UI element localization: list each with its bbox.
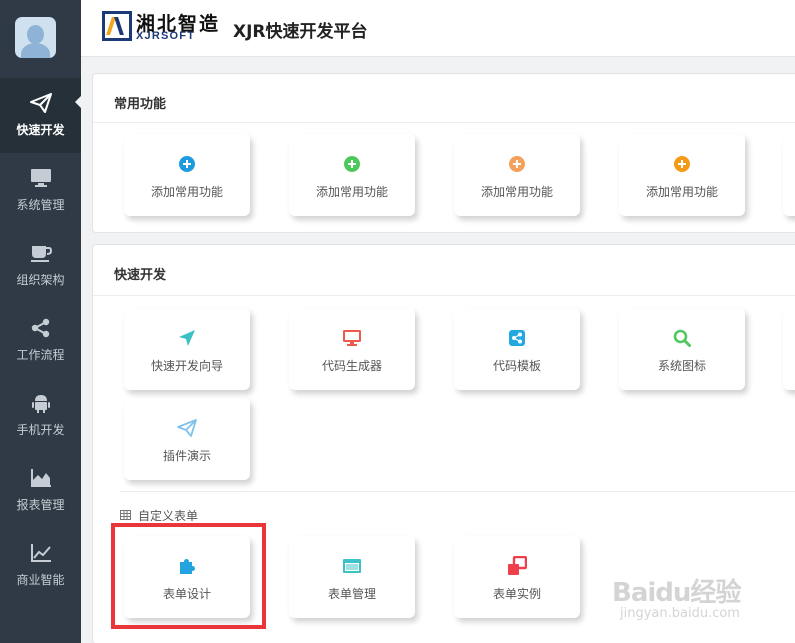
form-instance-button[interactable]: 表单实例 bbox=[454, 536, 580, 618]
android-icon bbox=[30, 393, 52, 413]
line-chart-icon bbox=[30, 543, 52, 563]
sidebar-item-label: 工作流程 bbox=[16, 348, 65, 362]
sidebar: 快速开发 系统管理 组织架构 工作流程 手机开发 报表管理 商业智能 bbox=[0, 0, 81, 643]
add-common-function-button[interactable]: 添加常用功能 bbox=[454, 134, 580, 216]
table-icon bbox=[120, 509, 131, 523]
card-label: 系统图标 bbox=[657, 359, 706, 373]
watermark: Baidu经验 jingyan.baidu.com bbox=[612, 572, 762, 632]
avatar-body bbox=[21, 43, 50, 58]
plus-circle-icon bbox=[507, 154, 527, 174]
sidebar-item-label: 报表管理 bbox=[16, 498, 65, 512]
panel-title: 常用功能 bbox=[114, 97, 167, 112]
avatar[interactable] bbox=[15, 17, 56, 58]
plus-circle-icon bbox=[672, 154, 692, 174]
plugin-demo-button[interactable]: 插件演示 bbox=[124, 398, 250, 480]
search-icon bbox=[672, 328, 692, 348]
logo-icon bbox=[102, 11, 132, 41]
watermark-url: jingyan.baidu.com bbox=[620, 606, 740, 621]
custom-form-section-title: 自定义表单 bbox=[120, 507, 198, 524]
common-functions-panel: 常用功能 添加常用功能 添加常用功能 添加常用功能 添加常用功能 bbox=[92, 73, 795, 233]
panel-title: 快速开发 bbox=[114, 268, 167, 283]
quick-dev-wizard-button[interactable]: 快速开发向导 bbox=[124, 308, 250, 390]
add-common-function-button[interactable]: 添加常用功能 bbox=[289, 134, 415, 216]
sidebar-item-mobile[interactable]: 手机开发 bbox=[0, 378, 81, 453]
sidebar-item-label: 商业智能 bbox=[16, 573, 65, 587]
divider bbox=[93, 122, 795, 123]
card-label: 添加常用功能 bbox=[645, 185, 718, 199]
card-label: 代码模板 bbox=[492, 359, 541, 373]
sidebar-item-reports[interactable]: 报表管理 bbox=[0, 453, 81, 528]
brand-name-en: XJRSOFT bbox=[136, 30, 196, 42]
paper-plane-icon bbox=[29, 93, 52, 113]
sidebar-item-label: 快速开发 bbox=[16, 123, 65, 137]
list-window-icon bbox=[342, 556, 362, 576]
system-icons-button[interactable]: 系统图标 bbox=[619, 308, 745, 390]
code-template-button[interactable]: 代码模板 bbox=[454, 308, 580, 390]
location-arrow-icon bbox=[177, 328, 197, 348]
sidebar-item-bi[interactable]: 商业智能 bbox=[0, 528, 81, 603]
share-nodes-icon bbox=[30, 318, 52, 338]
app-title: XJR快速开发平台 bbox=[233, 22, 368, 42]
sidebar-item-system[interactable]: 系统管理 bbox=[0, 153, 81, 228]
avatar-head bbox=[27, 25, 44, 44]
card-label: 添加常用功能 bbox=[150, 185, 223, 199]
plus-circle-icon bbox=[342, 154, 362, 174]
subsection-label: 自定义表单 bbox=[138, 509, 199, 523]
clone-icon bbox=[507, 556, 527, 576]
add-common-function-button[interactable] bbox=[783, 134, 795, 216]
card-label: 表单管理 bbox=[327, 587, 376, 601]
code-generator-button[interactable]: 代码生成器 bbox=[289, 308, 415, 390]
watermark-text: Baidu经验 bbox=[612, 578, 741, 608]
divider bbox=[120, 491, 795, 492]
card-label: 添加常用功能 bbox=[480, 185, 553, 199]
logo-stroke bbox=[114, 17, 124, 35]
quick-dev-card-partial[interactable] bbox=[783, 308, 795, 390]
card-label: 代码生成器 bbox=[321, 359, 382, 373]
paper-plane-icon bbox=[177, 418, 197, 438]
card-label: 插件演示 bbox=[162, 449, 211, 463]
card-label: 添加常用功能 bbox=[315, 185, 388, 199]
header: 湘北智造 XJRSOFT XJR快速开发平台 bbox=[81, 0, 795, 57]
sidebar-item-workflow[interactable]: 工作流程 bbox=[0, 303, 81, 378]
card-label: 表单实例 bbox=[492, 587, 541, 601]
card-label: 快速开发向导 bbox=[150, 359, 223, 373]
divider bbox=[93, 295, 795, 296]
plus-circle-icon bbox=[177, 154, 197, 174]
sidebar-item-label: 系统管理 bbox=[16, 198, 65, 212]
sidebar-item-label: 手机开发 bbox=[16, 423, 65, 437]
form-management-button[interactable]: 表单管理 bbox=[289, 536, 415, 618]
sidebar-item-label: 组织架构 bbox=[16, 273, 65, 287]
active-indicator bbox=[75, 96, 81, 108]
monitor-icon bbox=[30, 168, 52, 188]
add-common-function-button[interactable]: 添加常用功能 bbox=[124, 134, 250, 216]
highlight-box bbox=[111, 523, 266, 629]
coffee-cup-icon bbox=[30, 243, 52, 263]
desktop-icon bbox=[342, 328, 362, 348]
add-common-function-button[interactable]: 添加常用功能 bbox=[619, 134, 745, 216]
share-square-icon bbox=[507, 328, 527, 348]
area-chart-icon bbox=[30, 468, 52, 488]
sidebar-item-quick-dev[interactable]: 快速开发 bbox=[0, 78, 81, 153]
sidebar-item-org[interactable]: 组织架构 bbox=[0, 228, 81, 303]
